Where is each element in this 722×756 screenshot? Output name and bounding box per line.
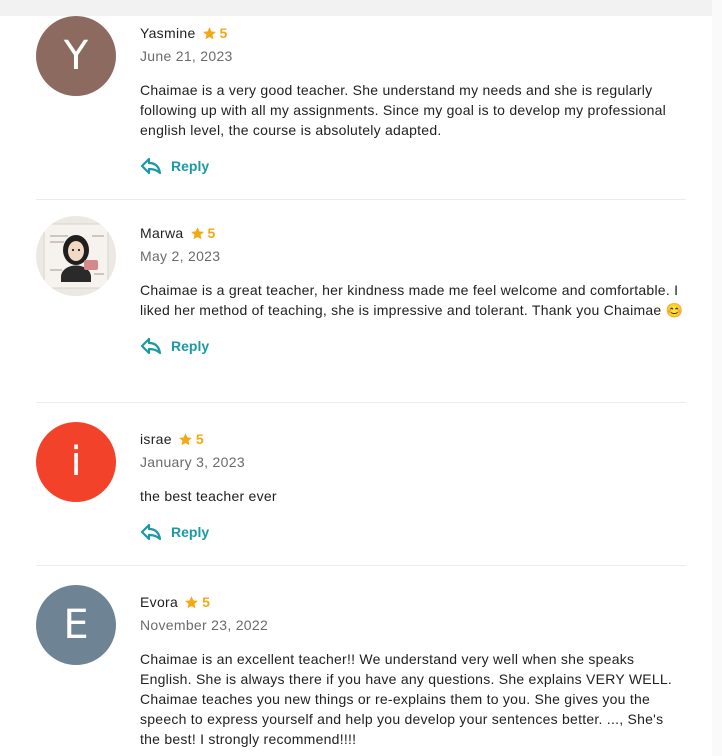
reply-label: Reply: [171, 338, 210, 354]
star-icon: [178, 432, 192, 445]
rating-value: 5: [207, 225, 216, 241]
reviewer-name: Yasmine: [140, 25, 196, 41]
reviewer-name: Evora: [140, 594, 179, 610]
review-text: Chaimae is an excellent teacher!! We und…: [140, 651, 673, 747]
avatar: [36, 216, 116, 296]
avatar: i: [36, 422, 116, 502]
avatar: Y: [36, 16, 116, 96]
reply-label: Reply: [171, 524, 210, 540]
reviewer-name: Marwa: [140, 225, 184, 241]
reply-icon: [140, 523, 162, 541]
review-date: January 3, 2023: [140, 454, 245, 470]
star-icon: [190, 226, 204, 239]
review-date: November 23, 2022: [140, 617, 269, 633]
avatar-letter: Y: [63, 33, 89, 79]
star-icon: [185, 595, 198, 608]
reply-button[interactable]: Reply: [140, 522, 686, 542]
divider: [36, 199, 686, 200]
avatar: E: [36, 585, 116, 665]
avatar-letter: E: [63, 602, 89, 648]
star-icon: [202, 26, 216, 39]
rating-value: 5: [202, 594, 211, 610]
reply-label: Reply: [171, 158, 210, 174]
rating-value: 5: [195, 431, 204, 447]
reply-button[interactable]: Reply: [140, 336, 686, 356]
reviews-panel: Y Yasmine 5 June 21, 2023 Chaimae is a v…: [0, 16, 712, 756]
reviewer-name: israe: [140, 431, 172, 447]
review-text: the best teacher ever: [140, 488, 277, 504]
review-text: Chaimae is a great teacher, her kindness…: [140, 282, 684, 318]
review-text: Chaimae is a very good teacher. She unde…: [140, 82, 667, 138]
divider: [36, 565, 686, 566]
profile-photo: [36, 216, 116, 296]
scrollbar-track[interactable]: [712, 0, 722, 756]
review-date: May 2, 2023: [140, 248, 221, 264]
reply-button[interactable]: Reply: [140, 156, 686, 176]
reply-icon: [140, 157, 162, 175]
review-date: June 21, 2023: [140, 48, 233, 64]
rating-value: 5: [219, 25, 228, 41]
avatar-letter: i: [70, 439, 82, 485]
reply-icon: [140, 337, 162, 355]
divider: [36, 402, 686, 403]
